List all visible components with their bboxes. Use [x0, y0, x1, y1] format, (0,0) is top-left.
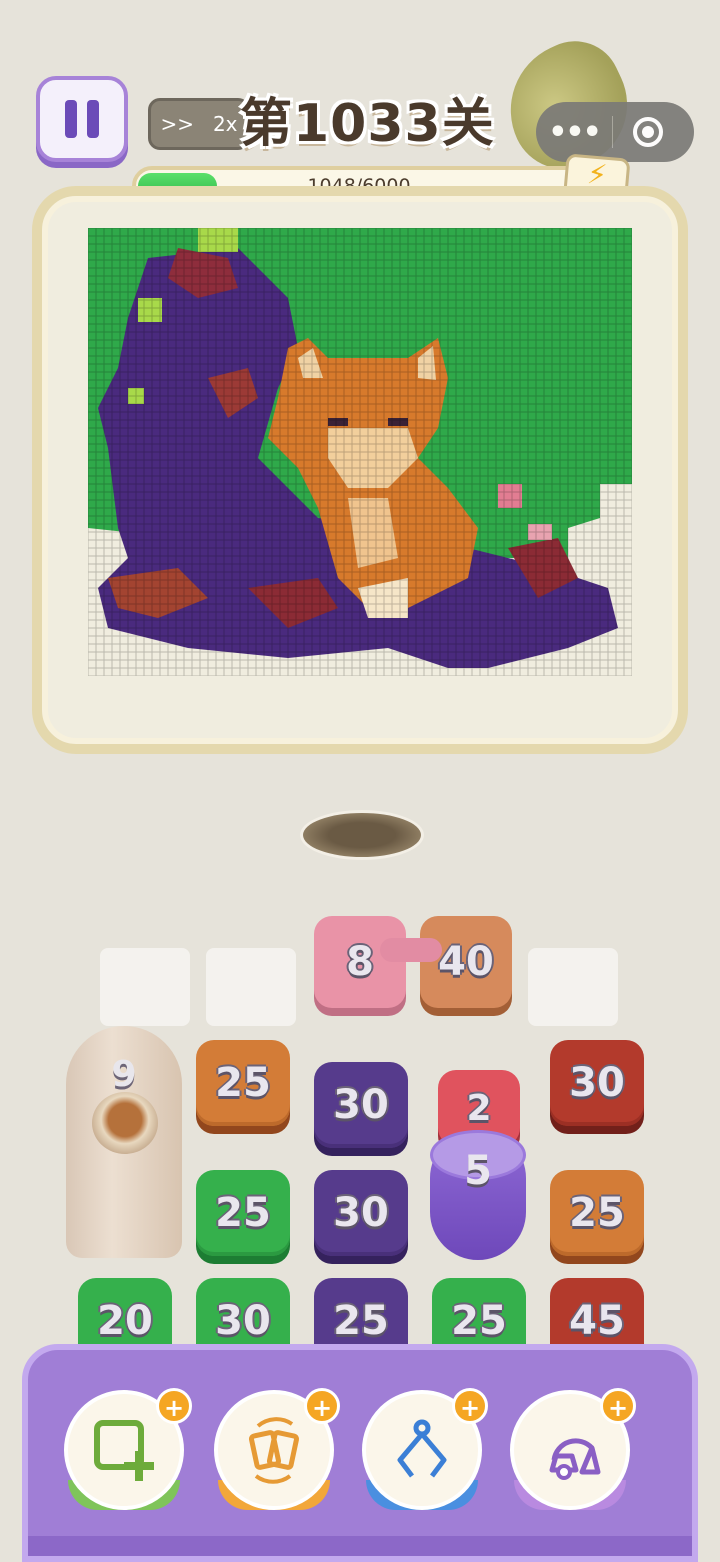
pink-stack-block[interactable]: 8: [314, 916, 406, 1008]
speed-toggle[interactable]: >> 2x: [148, 98, 250, 150]
block-number: 40: [438, 939, 494, 985]
number-block[interactable]: 25: [196, 1040, 290, 1126]
log-counter: 9: [111, 1054, 137, 1095]
speed-label: 2x: [212, 112, 238, 136]
target-circle-icon[interactable]: [633, 117, 663, 147]
number-block[interactable]: 25: [550, 1170, 644, 1256]
number-block[interactable]: 30: [550, 1040, 644, 1126]
more-dots-icon[interactable]: •••: [536, 115, 612, 150]
empty-slot[interactable]: [100, 948, 190, 1026]
number-block[interactable]: 30: [314, 1170, 408, 1256]
claw-icon: [397, 1419, 447, 1478]
pixel-art-fox-picture: [88, 228, 632, 676]
block-number: 8: [346, 939, 374, 985]
add-slot-icon: [94, 1420, 154, 1481]
pause-button[interactable]: [36, 76, 128, 162]
number-block[interactable]: 30: [314, 1062, 408, 1148]
shuffle-icon: [248, 1417, 300, 1484]
empty-slot[interactable]: [528, 948, 618, 1026]
plus-badge[interactable]: +: [452, 1388, 488, 1424]
number-block[interactable]: 25: [196, 1170, 290, 1256]
level-title: 第1033关: [240, 94, 495, 154]
plus-badge[interactable]: +: [156, 1388, 192, 1424]
fast-forward-icon: >>: [160, 112, 194, 136]
block-connector: [380, 938, 442, 962]
plus-badge[interactable]: +: [600, 1388, 636, 1424]
pause-icon: [65, 100, 77, 138]
tan-stack-block[interactable]: 40: [420, 916, 512, 1008]
plus-badge[interactable]: +: [304, 1388, 340, 1424]
log-knot-icon: [92, 1092, 158, 1154]
cup-counter: 5: [464, 1148, 492, 1194]
empty-slot[interactable]: [206, 948, 296, 1026]
vacuum-icon: [549, 1438, 601, 1480]
mini-program-capsule: •••: [536, 102, 694, 162]
drop-hole: [300, 810, 424, 860]
